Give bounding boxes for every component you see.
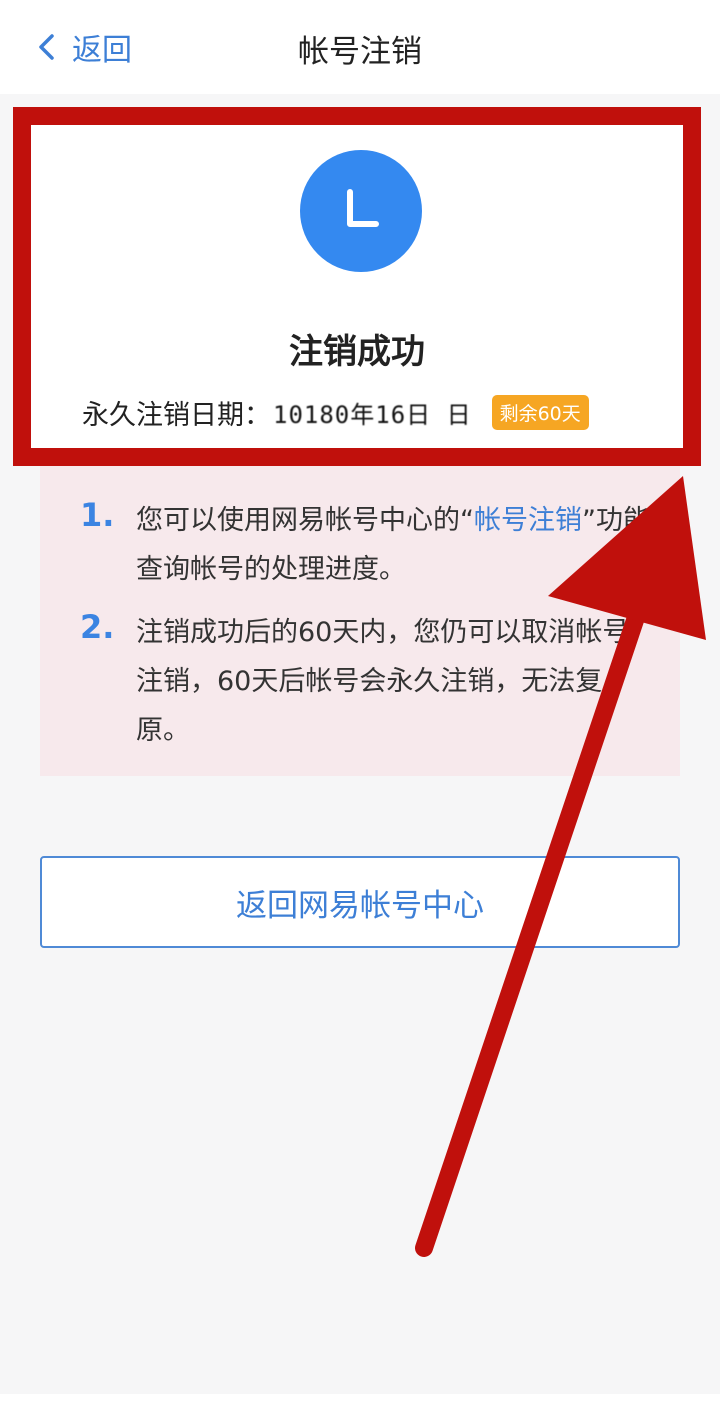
- info-box: 1. 您可以使用网易帐号中心的“帐号注销”功能查询帐号的处理进度。 2. 注销成…: [40, 462, 680, 776]
- bottom-strip: [0, 1394, 720, 1416]
- date-label: 永久注销日期：: [82, 399, 271, 431]
- list-number: 2.: [80, 608, 115, 646]
- avatar: [300, 150, 422, 272]
- list-text-part: 您可以使用网易帐号中心的“: [136, 505, 474, 536]
- status-badge: 剩余60天: [491, 394, 589, 430]
- nav-bar: 返回 帐号注销: [0, 0, 720, 94]
- date-value: 10180年16日 日: [273, 400, 472, 429]
- list-text: 注销成功后的60天内，您仍可以取消帐号注销，60天后帐号会永久注销，无法复原。: [136, 617, 630, 746]
- status-title: 注销成功: [289, 332, 425, 372]
- status-card: 注销成功 永久注销日期： 10180年16日 日 剩余60天: [30, 124, 684, 450]
- date-row: 永久注销日期： 10180年16日 日 剩余60天: [82, 392, 589, 432]
- list-text: 您可以使用网易帐号中心的“帐号注销”功能查询帐号的处理进度。: [136, 496, 656, 594]
- return-account-center-button[interactable]: 返回网易帐号中心: [40, 856, 680, 948]
- clock-icon: [347, 189, 379, 227]
- account-cancel-link[interactable]: 帐号注销: [474, 505, 582, 536]
- list-number: 1.: [80, 496, 115, 534]
- page-title: 帐号注销: [298, 34, 422, 70]
